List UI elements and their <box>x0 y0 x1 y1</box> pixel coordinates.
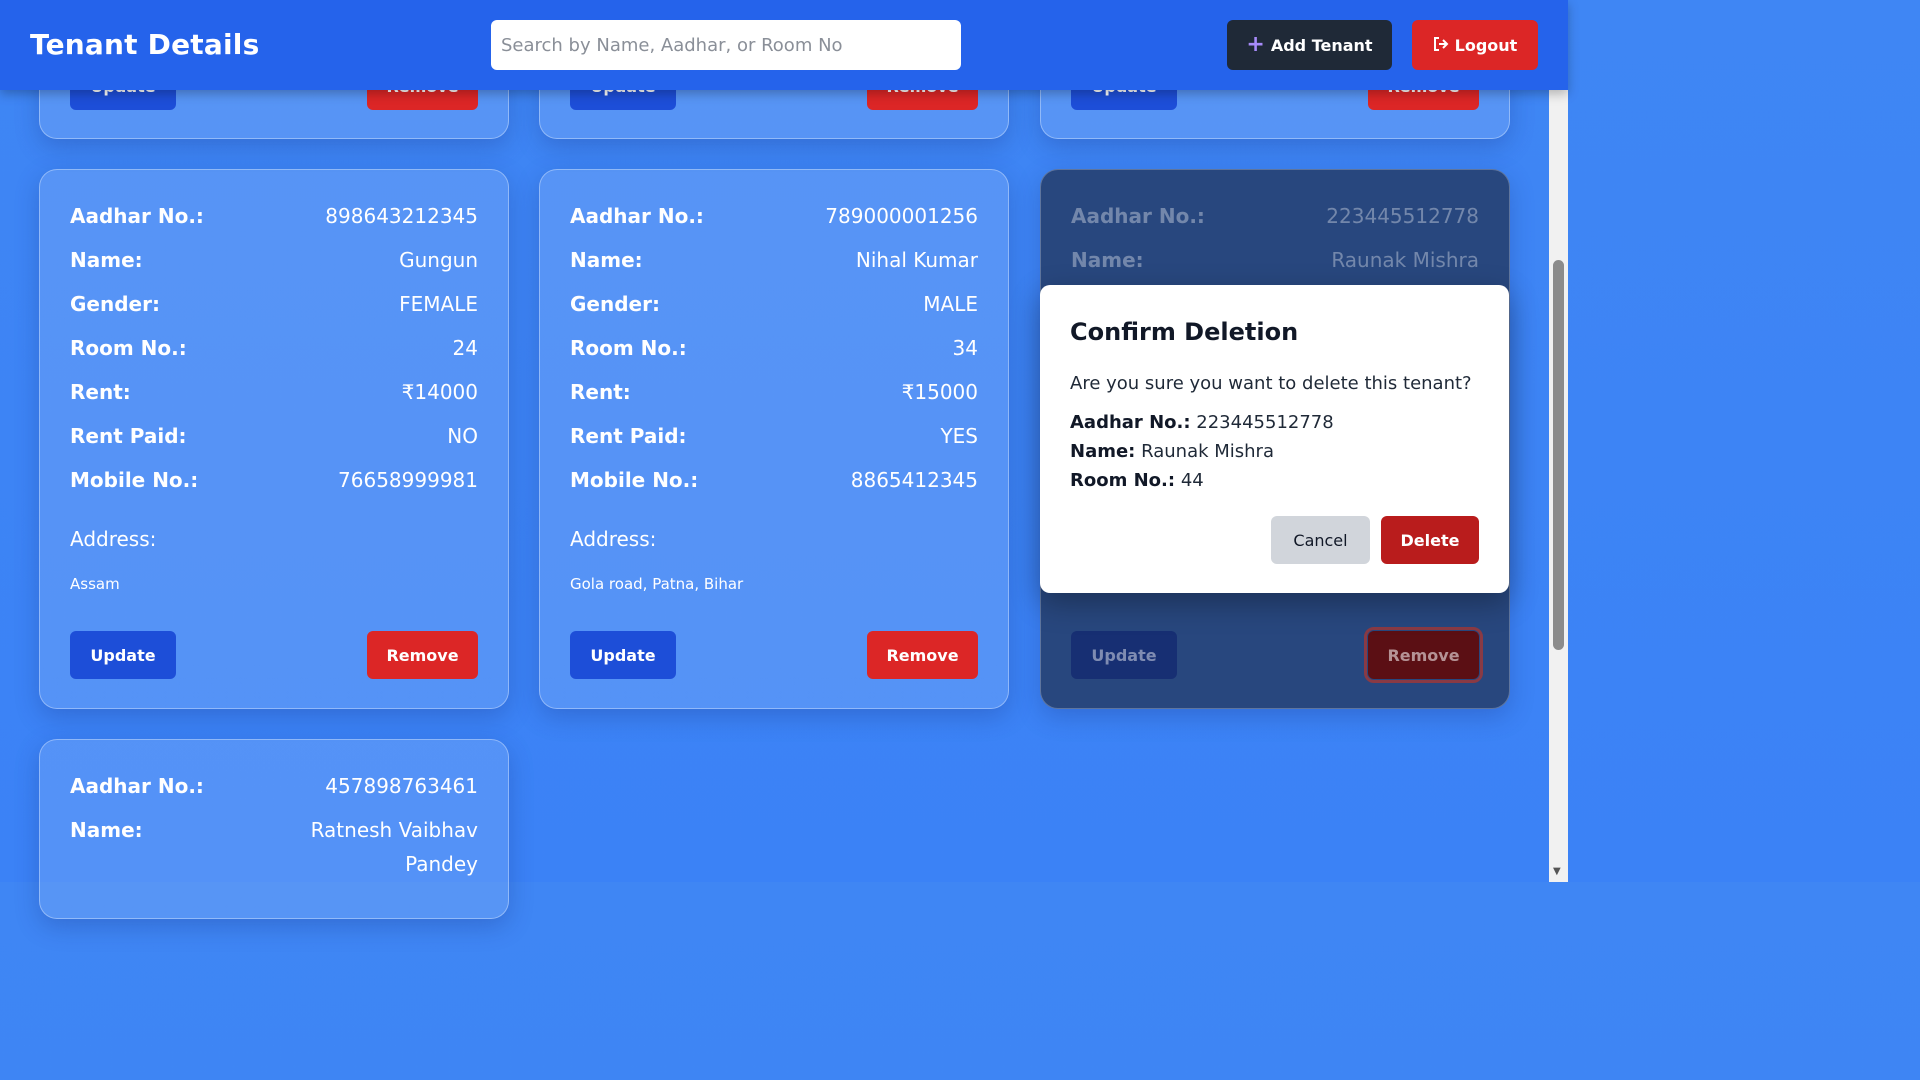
name-row: Name: Gungun <box>70 248 478 278</box>
field-label: Gender: <box>70 292 160 316</box>
field-label: Aadhar No.: <box>1071 204 1205 228</box>
gender-value: MALE <box>923 292 978 316</box>
dialog-title: Confirm Deletion <box>1070 318 1299 346</box>
gender-value: FEMALE <box>399 292 478 316</box>
name-row: Name: Ratnesh Vaibhav <box>70 818 478 848</box>
rent-paid-row: Rent Paid: YES <box>570 424 978 454</box>
tenant-card: Aadhar No.: 789000001256 Name: Nihal Kumar… <box>539 169 1009 709</box>
rent-paid-value: NO <box>447 424 478 448</box>
address-label: Address: <box>570 527 657 551</box>
name-value: Gungun <box>399 248 478 272</box>
aadhar-row: Aadhar No.: 898643212345 <box>70 204 478 234</box>
remove-button[interactable]: Remove <box>1364 627 1483 683</box>
name-value-continued: Pandey <box>405 852 478 876</box>
name-row: Name: Nihal Kumar <box>570 248 978 278</box>
update-button[interactable]: Update <box>70 631 176 679</box>
room-row: Room No.: 24 <box>70 336 478 366</box>
name-row: Name: Raunak Mishra <box>1071 248 1479 278</box>
page-title: Tenant Details <box>30 28 260 61</box>
rent-value: ₹15000 <box>901 380 978 404</box>
dialog-room-line: Room No.: 44 <box>1070 470 1204 491</box>
aadhar-row: Aadhar No.: 789000001256 <box>570 204 978 234</box>
dialog-room-value: 44 <box>1180 470 1204 491</box>
field-label: Name: <box>70 248 143 272</box>
tenant-card: Aadhar No.: 457898763461 Name: Ratnesh Vai… <box>39 739 509 919</box>
remove-button[interactable]: Remove <box>867 631 978 679</box>
mobile-value: 76658999981 <box>338 468 478 492</box>
mobile-row: Mobile No.: 8865412345 <box>570 468 978 498</box>
field-label: Aadhar No.: <box>70 204 204 228</box>
field-label: Name: <box>70 818 143 842</box>
scrollbar-thumb[interactable] <box>1553 260 1564 650</box>
dialog-name-line: Name: Raunak Mishra <box>1070 441 1274 462</box>
aadhar-value: 789000001256 <box>825 204 978 228</box>
confirm-deletion-dialog: Confirm Deletion Are you sure you want t… <box>1040 285 1509 593</box>
field-label: Name: <box>1071 248 1144 272</box>
gender-row: Gender: FEMALE <box>70 292 478 322</box>
aadhar-value: 223445512778 <box>1326 204 1479 228</box>
aadhar-value: 898643212345 <box>325 204 478 228</box>
field-label: Aadhar No.: <box>70 774 204 798</box>
update-button[interactable]: Update <box>570 631 676 679</box>
add-tenant-button[interactable]: + Add Tenant <box>1227 20 1392 70</box>
room-value: 34 <box>952 336 978 360</box>
field-label: Name: <box>570 248 643 272</box>
name-value: Ratnesh Vaibhav <box>310 818 478 842</box>
field-label: Room No.: <box>70 336 187 360</box>
rent-paid-value: YES <box>940 424 978 448</box>
remove-button[interactable]: Remove <box>367 631 478 679</box>
dialog-room-label: Room No.: <box>1070 470 1176 491</box>
field-label: Rent: <box>70 380 131 404</box>
name-continued-row: Pandey <box>70 852 478 882</box>
field-label: Rent Paid: <box>70 424 187 448</box>
dialog-name-value: Raunak Mishra <box>1141 441 1274 462</box>
field-label: Mobile No.: <box>570 468 699 492</box>
rent-row: Rent: ₹15000 <box>570 380 978 410</box>
update-button[interactable]: Update <box>1071 631 1177 679</box>
rent-value: ₹14000 <box>401 380 478 404</box>
search-input[interactable] <box>491 20 961 70</box>
logout-button[interactable]: Logout <box>1412 20 1538 70</box>
address-label: Address: <box>70 527 157 551</box>
delete-button[interactable]: Delete <box>1381 516 1479 564</box>
gender-row: Gender: MALE <box>570 292 978 322</box>
name-value: Nihal Kumar <box>855 248 978 272</box>
address-value: Assam <box>70 575 120 593</box>
name-value: Raunak Mishra <box>1331 248 1479 272</box>
address-value: Gola road, Patna, Bihar <box>570 575 744 593</box>
dialog-question: Are you sure you want to delete this ten… <box>1070 373 1472 394</box>
tenant-card: Aadhar No.: 898643212345 Name: Gungun Gend… <box>39 169 509 709</box>
mobile-row: Mobile No.: 76658999981 <box>70 468 478 498</box>
aadhar-value: 457898763461 <box>325 774 478 798</box>
field-label: Rent Paid: <box>570 424 687 448</box>
app-header: Tenant Details + Add Tenant Logout <box>0 0 1568 90</box>
room-row: Room No.: 34 <box>570 336 978 366</box>
sign-out-icon <box>1433 36 1449 54</box>
room-value: 24 <box>452 336 478 360</box>
dialog-name-label: Name: <box>1070 441 1136 462</box>
field-label: Gender: <box>570 292 660 316</box>
dialog-aadhar-value: 223445512778 <box>1196 412 1334 433</box>
dialog-aadhar-label: Aadhar No.: <box>1070 412 1191 433</box>
field-label: Aadhar No.: <box>570 204 704 228</box>
scroll-down-icon[interactable]: ▼ <box>1553 866 1561 877</box>
logout-label: Logout <box>1454 35 1518 55</box>
add-tenant-label: Add Tenant <box>1270 35 1373 55</box>
rent-row: Rent: ₹14000 <box>70 380 478 410</box>
field-label: Rent: <box>570 380 631 404</box>
field-label: Mobile No.: <box>70 468 199 492</box>
cancel-button[interactable]: Cancel <box>1271 516 1370 564</box>
mobile-value: 8865412345 <box>850 468 978 492</box>
aadhar-row: Aadhar No.: 223445512778 <box>1071 204 1479 234</box>
plus-icon: + <box>1246 32 1265 57</box>
dialog-aadhar-line: Aadhar No.: 223445512778 <box>1070 412 1334 433</box>
page-scrollbar[interactable]: ▼ <box>1549 90 1568 882</box>
rent-paid-row: Rent Paid: NO <box>70 424 478 454</box>
aadhar-row: Aadhar No.: 457898763461 <box>70 774 478 804</box>
field-label: Room No.: <box>570 336 687 360</box>
